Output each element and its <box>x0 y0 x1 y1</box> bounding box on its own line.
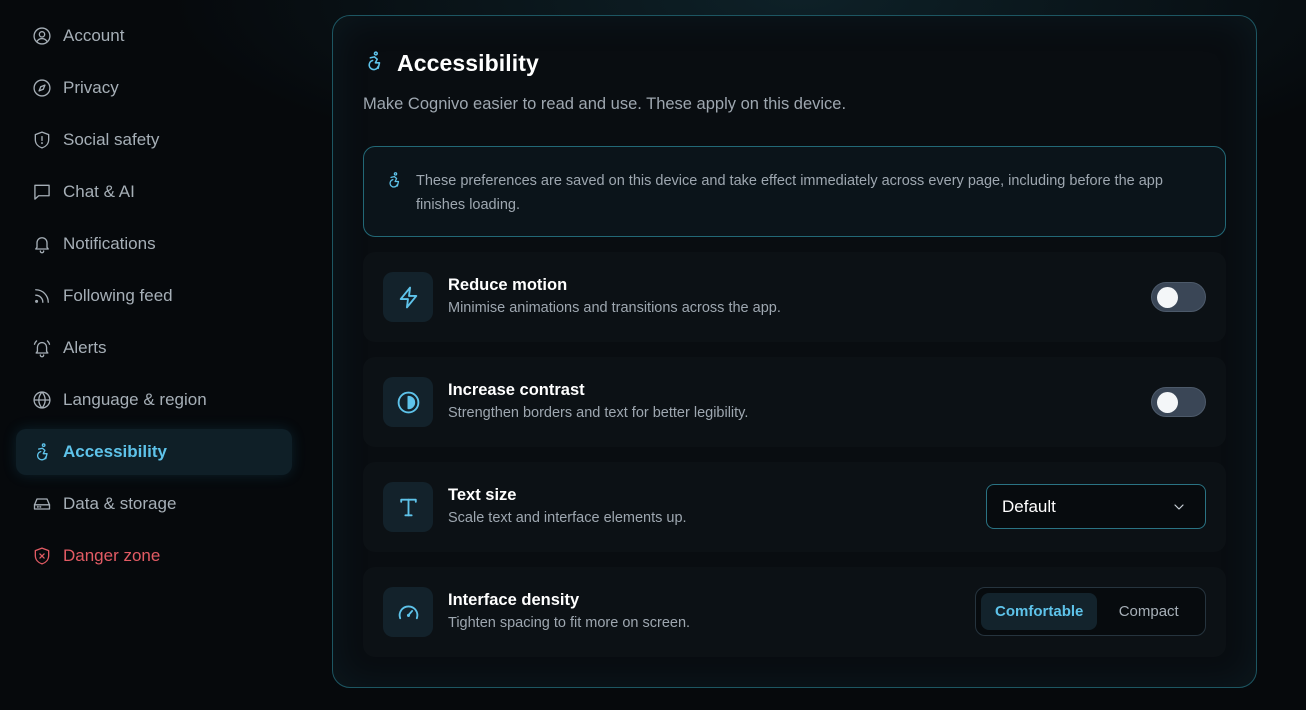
setting-title: Reduce motion <box>448 276 568 294</box>
chevron-down-icon <box>1171 499 1187 520</box>
gauge-icon <box>383 587 433 637</box>
type-icon <box>383 482 433 532</box>
sidebar-item-label: Accessibility <box>63 442 167 461</box>
settings-sidebar: Account Privacy Social safety Chat & AI … <box>16 13 292 585</box>
sidebar-item-label: Danger zone <box>63 546 161 565</box>
info-text: These preferences are saved on this devi… <box>416 173 1163 213</box>
compass-icon <box>32 78 52 98</box>
bell-ring-icon <box>32 338 52 358</box>
toggle-knob <box>1157 392 1178 413</box>
accessibility-panel: Accessibility Make Cognivo easier to rea… <box>332 15 1257 688</box>
setting-title: Increase contrast <box>448 381 585 399</box>
sidebar-item-data-storage[interactable]: Data & storage <box>16 481 292 527</box>
density-segmented-control: Comfortable Compact <box>975 587 1206 636</box>
shield-icon <box>32 130 52 150</box>
sidebar-item-following-feed[interactable]: Following feed <box>16 273 292 319</box>
sidebar-item-label: Account <box>63 26 125 45</box>
setting-row-reduce-motion: Reduce motion Minimise animations and tr… <box>363 252 1226 342</box>
setting-description: Scale text and interface elements up. <box>448 510 687 526</box>
panel-header: Accessibility <box>363 50 539 77</box>
setting-description: Tighten spacing to fit more on screen. <box>448 615 691 631</box>
increase-contrast-toggle[interactable] <box>1151 387 1206 417</box>
sidebar-item-label: Notifications <box>63 234 156 253</box>
sidebar-item-label: Alerts <box>63 338 107 357</box>
sidebar-item-chat-ai[interactable]: Chat & AI <box>16 169 292 215</box>
setting-row-increase-contrast: Increase contrast Strengthen borders and… <box>363 357 1226 447</box>
lightning-icon <box>383 272 433 322</box>
page-title: Accessibility <box>397 50 539 76</box>
sidebar-item-danger-zone[interactable]: Danger zone <box>16 533 292 579</box>
page-subtitle: Make Cognivo easier to read and use. The… <box>363 95 847 113</box>
sidebar-item-label: Following feed <box>63 286 173 305</box>
toggle-knob <box>1157 287 1178 308</box>
shield-x-icon <box>32 546 52 566</box>
density-option-compact[interactable]: Compact <box>1097 593 1200 630</box>
setting-description: Strengthen borders and text for better l… <box>448 405 749 421</box>
sidebar-item-notifications[interactable]: Notifications <box>16 221 292 267</box>
text-size-selected-value: Default <box>1002 496 1056 516</box>
contrast-icon <box>383 377 433 427</box>
user-circle-icon <box>32 26 52 46</box>
text-size-select[interactable]: Default <box>986 484 1206 529</box>
bell-icon <box>32 234 52 254</box>
accessibility-icon <box>385 171 403 194</box>
rss-icon <box>32 286 52 306</box>
reduce-motion-toggle[interactable] <box>1151 282 1206 312</box>
setting-title: Text size <box>448 486 517 504</box>
sidebar-item-label: Data & storage <box>63 494 177 513</box>
accessibility-icon <box>363 50 385 77</box>
hard-drive-icon <box>32 494 52 514</box>
setting-description: Minimise animations and transitions acro… <box>448 300 781 316</box>
setting-row-interface-density: Interface density Tighten spacing to fit… <box>363 567 1226 657</box>
sidebar-item-label: Language & region <box>63 390 207 409</box>
sidebar-item-accessibility[interactable]: Accessibility <box>16 429 292 475</box>
globe-icon <box>32 390 52 410</box>
sidebar-item-alerts[interactable]: Alerts <box>16 325 292 371</box>
sidebar-item-language-region[interactable]: Language & region <box>16 377 292 423</box>
sidebar-item-label: Privacy <box>63 78 119 97</box>
sidebar-item-label: Chat & AI <box>63 182 135 201</box>
density-option-comfortable[interactable]: Comfortable <box>981 593 1098 630</box>
setting-row-text-size: Text size Scale text and interface eleme… <box>363 462 1226 552</box>
sidebar-item-label: Social safety <box>63 130 160 149</box>
chat-bubble-icon <box>32 182 52 202</box>
sidebar-item-privacy[interactable]: Privacy <box>16 65 292 111</box>
info-callout: These preferences are saved on this devi… <box>363 146 1226 237</box>
setting-title: Interface density <box>448 591 580 609</box>
sidebar-item-account[interactable]: Account <box>16 13 292 59</box>
accessibility-icon <box>32 442 52 462</box>
sidebar-item-social-safety[interactable]: Social safety <box>16 117 292 163</box>
